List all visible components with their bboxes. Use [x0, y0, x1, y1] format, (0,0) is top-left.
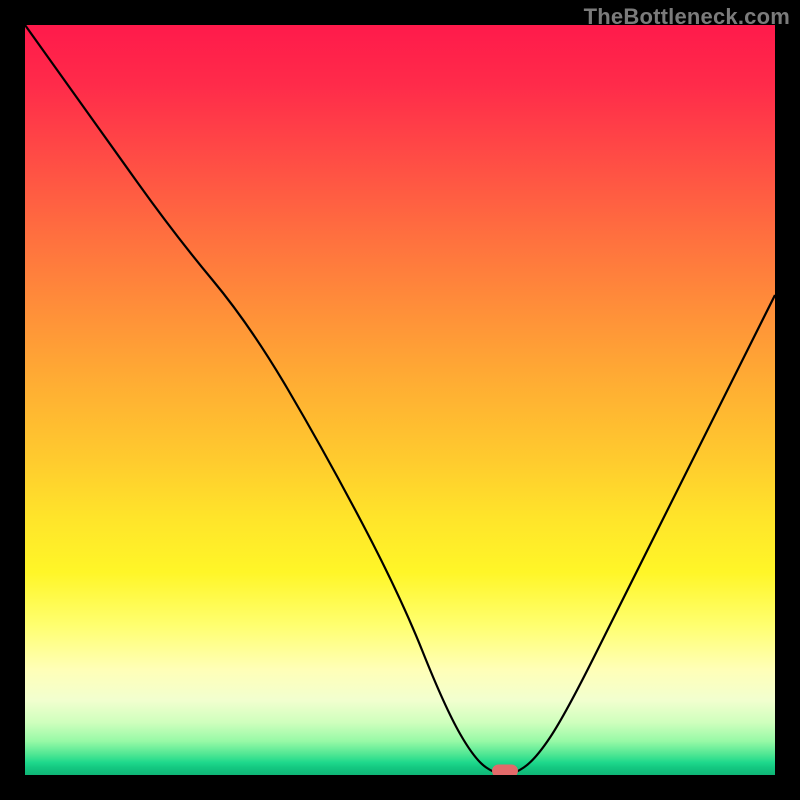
chart-frame: TheBottleneck.com	[0, 0, 800, 800]
optimal-marker	[492, 765, 518, 776]
watermark-text: TheBottleneck.com	[584, 4, 790, 30]
plot-area	[25, 25, 775, 775]
bottleneck-curve	[25, 25, 775, 775]
curve-line	[25, 25, 775, 775]
